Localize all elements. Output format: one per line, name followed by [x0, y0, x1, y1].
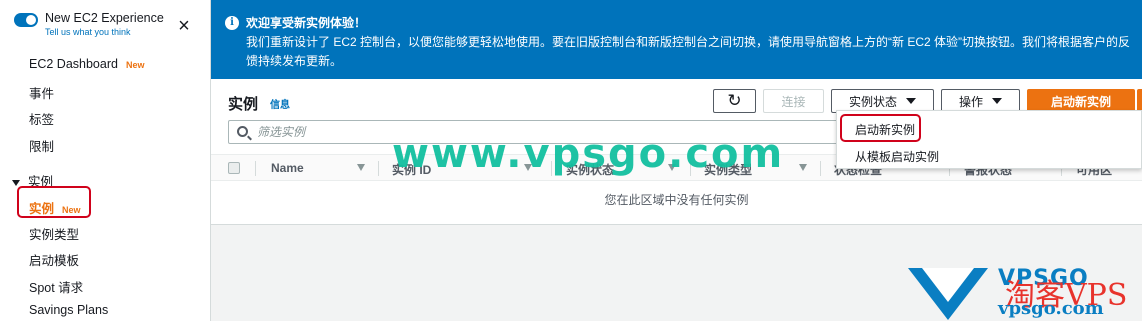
connect-button[interactable]: 连接 [763, 89, 824, 113]
close-icon[interactable]: × [176, 16, 192, 36]
banner-title: 欢迎享受新实例体验！ [246, 16, 367, 30]
column-divider [255, 161, 256, 176]
sidebar-item-limits[interactable]: 限制 [29, 136, 54, 155]
sort-icon[interactable] [799, 164, 807, 171]
watermark-logo-url: vpsgo.com [998, 298, 1104, 319]
sidebar-item-tags[interactable]: 标签 [29, 109, 54, 128]
search-icon [237, 126, 248, 137]
sort-icon[interactable] [357, 164, 365, 171]
watermark-text: www.vpsgo.com [392, 131, 785, 177]
sidebar-item-instance-types[interactable]: 实例类型 [29, 224, 79, 243]
watermark-logo-icon-inner [922, 268, 974, 302]
banner-body: 我们重新设计了 EC2 控制台，以便您能够更轻松地使用。要在旧版控制台和新版控制… [246, 35, 1131, 68]
sidebar-item-ec2-dashboard[interactable]: EC2 Dashboard New [29, 57, 144, 71]
toggle-text: New EC2 Experience Tell us what you thin… [45, 11, 164, 38]
sidebar-item-label: EC2 Dashboard [29, 57, 118, 71]
column-divider [820, 161, 821, 176]
info-icon: i [225, 16, 239, 30]
column-header-name[interactable]: Name [271, 161, 304, 175]
chevron-down-icon [906, 98, 916, 104]
menu-item-launch-instance[interactable]: 启动新实例 [855, 121, 915, 138]
sidebar-item-events[interactable]: 事件 [29, 83, 54, 102]
new-experience-toggle-row: New EC2 Experience Tell us what you thin… [14, 11, 164, 38]
new-badge: New [125, 60, 145, 70]
refresh-button[interactable]: ↻ [713, 89, 756, 113]
sidebar-nav: New EC2 Experience Tell us what you thin… [0, 0, 211, 321]
actions-label: 操作 [958, 94, 983, 109]
toggle-title: New EC2 Experience [45, 11, 164, 25]
column-divider [378, 161, 379, 176]
annotation-highlight-box [17, 186, 91, 218]
toggle-knob [26, 15, 36, 25]
launch-dropdown-menu: 启动新实例 从模板启动实例 [836, 110, 1142, 169]
instance-state-label: 实例状态 [848, 94, 897, 109]
sidebar-item-savings-plans[interactable]: Savings Plans [29, 303, 108, 317]
banner-text: 欢迎享受新实例体验！ 我们重新设计了 EC2 控制台，以便您能够更轻松地使用。要… [246, 14, 1136, 71]
info-link[interactable]: 信息 [270, 96, 290, 111]
refresh-icon: ↻ [727, 91, 742, 110]
chevron-down-icon [992, 98, 1002, 104]
caret-down-icon [12, 179, 20, 186]
new-experience-toggle[interactable] [14, 13, 38, 27]
feedback-link[interactable]: Tell us what you think [45, 26, 164, 38]
empty-state-message: 您在此区域中没有任何实例 [604, 193, 749, 207]
select-all-checkbox[interactable] [228, 162, 240, 174]
menu-item-launch-from-template[interactable]: 从模板启动实例 [855, 148, 939, 165]
sidebar-item-spot-requests[interactable]: Spot 请求 [29, 277, 83, 296]
welcome-banner: i 欢迎享受新实例体验！ 我们重新设计了 EC2 控制台，以便您能够更轻松地使用… [211, 0, 1142, 79]
sidebar-item-launch-templates[interactable]: 启动模板 [29, 250, 79, 269]
page-title: 实例 [228, 96, 259, 113]
